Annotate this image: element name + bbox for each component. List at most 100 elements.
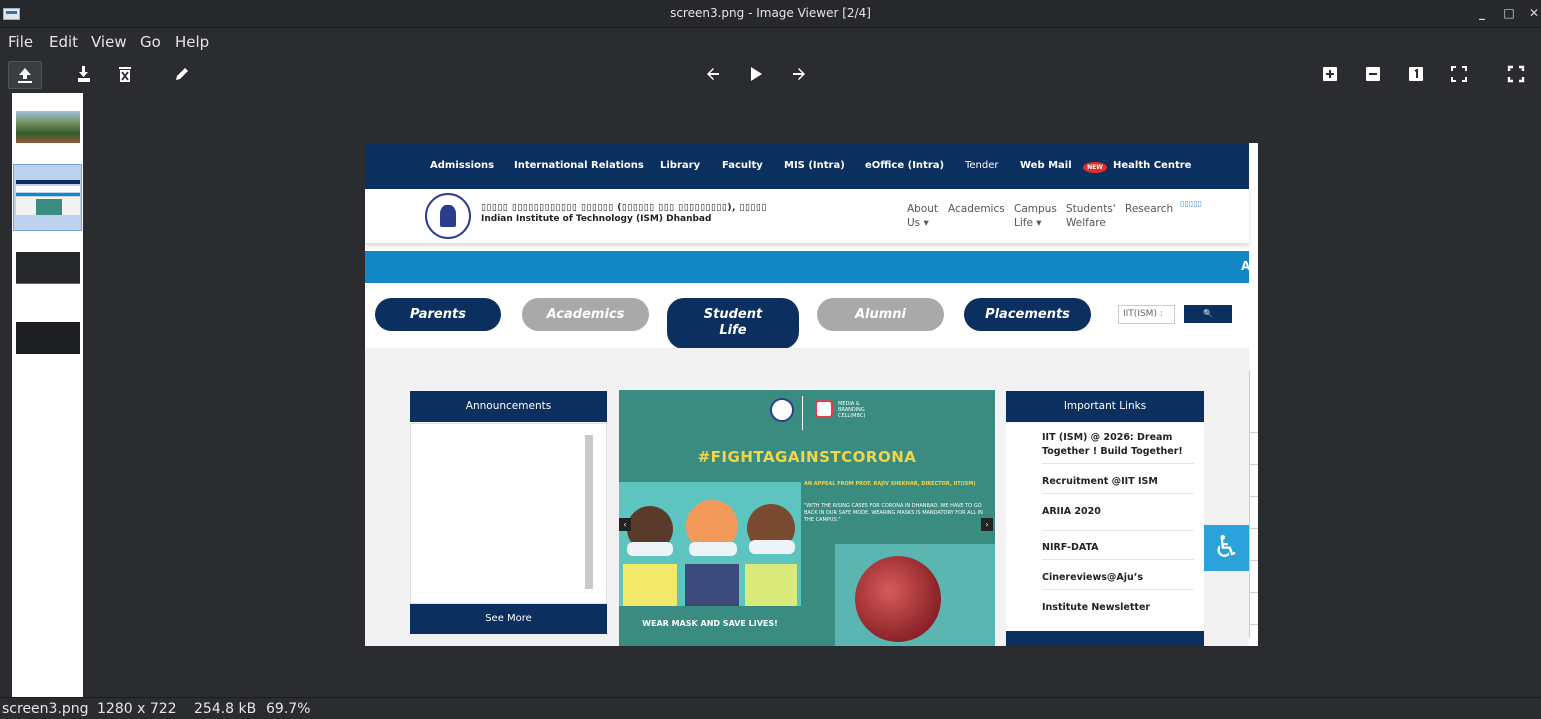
nav-admissions: Admissions <box>430 160 495 171</box>
see-more-button: See More <box>410 604 607 634</box>
mask-2 <box>689 542 737 556</box>
site-search-button: 🔍 <box>1184 305 1232 323</box>
nav-faculty: Faculty <box>722 160 763 171</box>
status-filesize: 254.8 kB <box>194 701 257 717</box>
important-link: Recruitment @IIT ISM <box>1042 475 1194 494</box>
mask-3 <box>749 540 795 554</box>
important-links-body: IIT (ISM) @ 2026: Dream Together ! Build… <box>1006 423 1204 631</box>
pencil-icon <box>176 68 188 80</box>
trash-icon <box>119 67 131 82</box>
next-button[interactable] <box>788 64 810 86</box>
displayed-image: Admissions International Relations Libra… <box>365 143 1258 646</box>
status-dimensions: 1280 x 722 <box>97 701 177 717</box>
window-title: screen3.png - Image Viewer [2/4] <box>670 6 871 20</box>
news-ticker: A <box>365 251 1251 283</box>
thumbnail-3[interactable] <box>16 252 80 284</box>
carousel-prev-icon: ‹ <box>619 518 631 531</box>
nav-tender: Tender <box>965 160 999 171</box>
fullscreen-button[interactable] <box>1505 64 1527 86</box>
header-link-research: Research <box>1125 203 1174 215</box>
nav-mis: MIS (Intra) <box>784 160 845 171</box>
menu-file[interactable]: File <box>8 33 33 51</box>
virus-image <box>835 544 995 646</box>
status-filename: screen3.png <box>2 701 89 717</box>
menu-view[interactable]: View <box>91 33 127 51</box>
search-icon: 🔍 <box>1203 309 1213 318</box>
poster-separator <box>802 396 803 430</box>
header-link-academics: Academics <box>948 203 1005 215</box>
pill-student-life: Student Life <box>667 298 799 349</box>
title-bar: screen3.png - Image Viewer [2/4] _ □ ✕ <box>0 0 1541 28</box>
language-switch: ▯▯▯▯▯ <box>1180 199 1203 208</box>
important-link: IIT (ISM) @ 2026: Dream Together ! Build… <box>1042 431 1194 464</box>
kid-shirt-2 <box>685 564 739 606</box>
pill-alumni: Alumni <box>817 298 944 331</box>
menu-bar: File Edit View Go Help <box>0 28 1541 56</box>
fit-window-icon <box>1451 66 1467 82</box>
minimize-button[interactable]: _ <box>1475 6 1489 20</box>
thumbnail-4[interactable] <box>16 322 80 354</box>
thumbnail-2[interactable] <box>13 164 82 231</box>
nav-health-centre: Health Centre <box>1113 160 1192 171</box>
ticker-text: A <box>1241 259 1251 273</box>
zoom-out-button[interactable] <box>1362 64 1384 86</box>
thumbnail-strip <box>12 93 83 697</box>
thumbnail-1[interactable] <box>16 111 80 143</box>
accessibility-icon: ♿ <box>1204 525 1249 571</box>
kids-illustration <box>619 482 801 606</box>
nav-eoffice: eOffice (Intra) <box>865 160 945 171</box>
site-header: ▯▯▯▯▯ ▯▯▯▯▯▯▯▯▯▯▯▯ ▯▯▯▯▯▯ (▯▯▯▯▯▯ ▯▯▯ ▯▯… <box>365 189 1249 243</box>
corona-poster: MEDIA & BRANDING CELL(MBC) #FIGHTAGAINST… <box>619 390 995 646</box>
menu-help[interactable]: Help <box>175 33 209 51</box>
poster-hashtag: #FIGHTAGAINSTCORONA <box>697 448 917 466</box>
nav-webmail: Web Mail <box>1020 160 1072 171</box>
virus-icon <box>855 556 941 642</box>
zoom-in-button[interactable] <box>1319 64 1341 86</box>
site-search-input: IIT(ISM) : <box>1118 305 1175 324</box>
carousel-next-icon: › <box>981 518 993 531</box>
announcements-body <box>410 423 607 604</box>
play-icon <box>751 67 762 81</box>
edit-button[interactable] <box>171 64 193 86</box>
important-links-header: Important Links <box>1006 391 1204 422</box>
maximize-button[interactable]: □ <box>1502 6 1516 20</box>
save-button[interactable] <box>73 64 95 86</box>
kid-shirt-1 <box>623 564 677 606</box>
nav-international-relations: International Relations <box>514 160 644 171</box>
arrow-left-icon <box>707 68 719 80</box>
open-button[interactable] <box>8 61 42 89</box>
menu-edit[interactable]: Edit <box>49 33 78 51</box>
new-badge: NEW <box>1083 162 1107 173</box>
slideshow-button[interactable] <box>745 64 767 86</box>
zoom-normal-button[interactable] <box>1405 64 1427 86</box>
mbc-label: MEDIA & BRANDING CELL(MBC) <box>838 401 866 419</box>
important-links-footer <box>1006 631 1204 646</box>
zoom-1to1-icon <box>1409 67 1423 81</box>
previous-button[interactable] <box>702 64 724 86</box>
site-top-nav: Admissions International Relations Libra… <box>365 143 1249 189</box>
institute-hindi-name: ▯▯▯▯▯ ▯▯▯▯▯▯▯▯▯▯▯▯ ▯▯▯▯▯▯ (▯▯▯▯▯▯ ▯▯▯ ▯▯… <box>481 203 767 213</box>
important-link: Cinereviews@Aju’s <box>1042 571 1194 590</box>
important-link: NIRF-DATA <box>1042 541 1194 560</box>
save-icon <box>78 66 90 82</box>
menu-go[interactable]: Go <box>140 33 161 51</box>
zoom-out-icon <box>1366 67 1380 81</box>
pill-placements: Placements <box>964 298 1091 331</box>
fullscreen-icon <box>1507 65 1525 83</box>
status-bar: screen3.png 1280 x 722 254.8 kB 69.7% <box>0 697 1541 719</box>
arrow-right-icon <box>793 68 805 80</box>
important-link: Institute Newsletter <box>1042 602 1151 613</box>
close-button[interactable]: ✕ <box>1527 6 1541 20</box>
institute-logo <box>425 193 471 239</box>
poster-quote: "WITH THE RISING CASES FOR CORONA IN DHA… <box>804 503 983 523</box>
toolbar <box>0 56 1541 94</box>
zoom-fit-button[interactable] <box>1448 64 1470 86</box>
announcements-scrollbar <box>585 435 593 589</box>
nav-library: Library <box>660 160 701 171</box>
status-zoom: 69.7% <box>266 701 311 717</box>
kid-shirt-3 <box>745 564 797 606</box>
delete-button[interactable] <box>114 64 136 86</box>
upload-icon <box>18 68 32 83</box>
zoom-in-icon <box>1323 67 1337 81</box>
institute-english-name: Indian Institute of Technology (ISM) Dha… <box>481 214 712 224</box>
